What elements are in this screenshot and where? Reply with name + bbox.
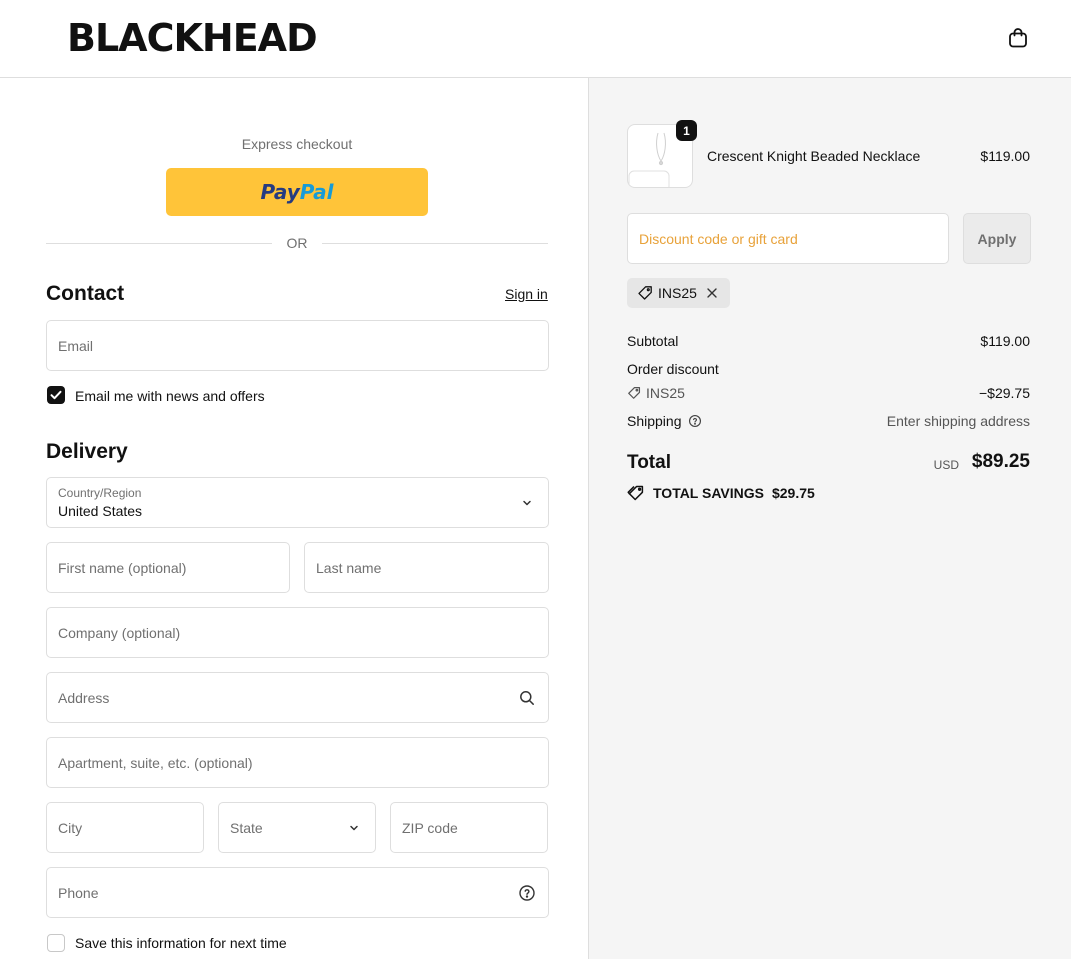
save-info-checkbox[interactable]	[47, 934, 65, 952]
country-value: United States	[58, 503, 143, 519]
shipping-value: Enter shipping address	[886, 413, 1030, 429]
city-field[interactable]: City	[46, 802, 204, 853]
email-field[interactable]: Email	[46, 320, 549, 371]
shipping-row: Shipping	[627, 413, 702, 429]
state-select[interactable]: State	[218, 802, 376, 853]
city-placeholder: City	[58, 819, 83, 836]
discount-code-input[interactable]: Discount code or gift card	[627, 213, 949, 264]
quantity-badge: 1	[676, 120, 697, 141]
company-placeholder: Company (optional)	[58, 624, 181, 641]
apply-button[interactable]: Apply	[963, 213, 1031, 264]
applied-discount-chip: INS25	[627, 278, 730, 308]
contact-heading: Contact	[46, 282, 125, 305]
phone-placeholder: Phone	[58, 884, 99, 901]
discount-code-label: INS25	[646, 385, 685, 401]
last-name-field[interactable]: Last name	[304, 542, 549, 593]
total-savings-row: TOTAL SAVINGS $29.75	[627, 485, 815, 501]
checkout-form: Express checkout Pay Pal OR Contact Sign …	[0, 78, 588, 959]
product-price: $119.00	[980, 148, 1030, 164]
paypal-button[interactable]: Pay Pal	[166, 168, 428, 216]
address-field[interactable]: Address	[46, 672, 549, 723]
close-icon[interactable]	[705, 286, 719, 300]
first-name-field[interactable]: First name (optional)	[46, 542, 290, 593]
paypal-logo-pal: Pal	[299, 180, 334, 204]
or-divider: OR	[46, 233, 548, 253]
help-circle-icon[interactable]	[518, 884, 536, 902]
newsletter-checkbox[interactable]	[47, 386, 65, 404]
order-discount-label: Order discount	[627, 361, 719, 377]
email-placeholder: Email	[58, 337, 94, 354]
discount-placeholder: Discount code or gift card	[639, 230, 798, 247]
product-name: Crescent Knight Beaded Necklace	[707, 148, 921, 164]
search-icon	[520, 690, 534, 705]
total-currency: USD	[933, 458, 959, 472]
address-placeholder: Address	[58, 689, 110, 706]
store-logo[interactable]: BLACKHEAD	[67, 16, 318, 60]
help-circle-icon[interactable]	[688, 414, 702, 428]
applied-code-text: INS25	[658, 285, 697, 301]
checkmark-icon	[50, 390, 62, 400]
tag-icon	[638, 286, 652, 300]
total-savings-label: TOTAL SAVINGS	[653, 485, 764, 501]
paypal-logo-pay: Pay	[260, 180, 300, 204]
savings-tag-icon	[627, 485, 644, 501]
header: BLACKHEAD	[0, 0, 1071, 78]
last-name-placeholder: Last name	[316, 559, 382, 576]
discount-value: −$29.75	[979, 385, 1030, 401]
order-summary: 1 Crescent Knight Beaded Necklace $119.0…	[588, 78, 1071, 959]
total-value: $89.25	[971, 451, 1030, 472]
express-checkout-label: Express checkout	[241, 136, 353, 152]
chevron-down-icon	[523, 500, 531, 505]
delivery-heading: Delivery	[46, 440, 128, 463]
subtotal-value: $119.00	[980, 333, 1030, 349]
newsletter-label[interactable]: Email me with news and offers	[75, 388, 265, 404]
country-label: Country/Region	[58, 486, 142, 500]
total-label: Total	[627, 452, 671, 473]
sign-in-link[interactable]: Sign in	[505, 286, 548, 302]
first-name-placeholder: First name (optional)	[58, 559, 187, 576]
save-info-label[interactable]: Save this information for next time	[75, 935, 287, 951]
company-field[interactable]: Company (optional)	[46, 607, 549, 658]
subtotal-label: Subtotal	[627, 333, 679, 349]
apartment-field[interactable]: Apartment, suite, etc. (optional)	[46, 737, 549, 788]
discount-code-row: INS25	[627, 385, 685, 401]
total-savings-value: $29.75	[771, 485, 815, 501]
zip-field[interactable]: ZIP code	[390, 802, 548, 853]
shipping-label: Shipping	[627, 413, 682, 429]
shopping-bag-icon[interactable]	[1006, 26, 1030, 50]
chevron-down-icon	[350, 825, 358, 830]
state-placeholder: State	[230, 819, 263, 836]
country-select[interactable]: Country/Region United States	[46, 477, 549, 528]
phone-field[interactable]: Phone	[46, 867, 549, 918]
zip-placeholder: ZIP code	[402, 819, 458, 836]
tag-icon	[628, 386, 641, 399]
apartment-placeholder: Apartment, suite, etc. (optional)	[58, 754, 253, 771]
